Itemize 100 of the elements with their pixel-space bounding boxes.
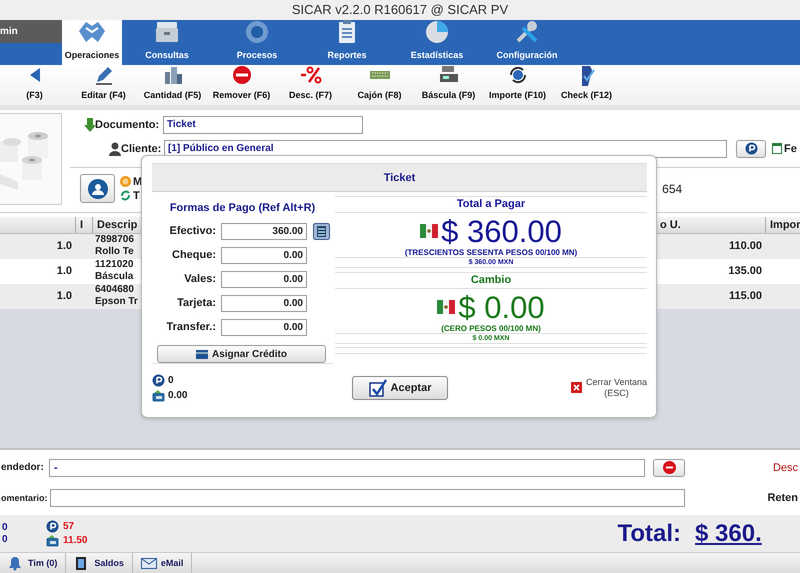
flag-icon <box>420 224 438 238</box>
points-icon <box>46 520 59 534</box>
toolbar-button[interactable]: Desc. (F7) <box>276 64 345 105</box>
remove-button[interactable] <box>653 458 685 477</box>
user-badge: min <box>0 20 62 43</box>
tab[interactable]: Estadísticas <box>392 20 482 65</box>
table-cell: Báscula <box>95 271 134 283</box>
bell-icon <box>8 556 24 571</box>
gear-icon <box>244 18 270 45</box>
table-cell-text: 115.00 <box>728 289 763 304</box>
client-field[interactable]: [1] Público en General <box>164 140 727 158</box>
accept-button[interactable]: Aceptar <box>352 376 448 400</box>
toolbar-button[interactable]: Cantidad (F5) <box>138 64 207 105</box>
toolbar-button[interactable]: Remover (F6) <box>207 64 276 105</box>
toolbar-button[interactable]: Editar (F4) <box>69 64 138 105</box>
toolbar-button[interactable]: Importe (F10) <box>483 64 552 105</box>
column-header: Impor <box>765 216 800 232</box>
column-header: Descrip <box>92 216 138 232</box>
total-link[interactable]: $ 360. <box>695 520 762 548</box>
amount-value: $ 0.00 <box>458 292 545 322</box>
coin-icon <box>120 176 131 188</box>
table-cell-text: 1.0 <box>56 239 73 254</box>
info-label: T <box>133 190 140 202</box>
toolbar-button[interactable]: Báscula (F9) <box>414 64 483 105</box>
field-label: Cliente: <box>121 142 159 155</box>
toolbar-button[interactable]: (F3) <box>0 64 69 105</box>
field-label: omentario: <box>1 492 49 503</box>
p-coin-icon <box>744 142 758 156</box>
table-cell: Rollo Te <box>95 246 134 258</box>
field-label: Transfer.: <box>165 321 216 333</box>
tools-icon <box>514 18 540 45</box>
amount-field[interactable]: 0.00 <box>221 318 307 336</box>
field-label: Cheque: <box>171 249 216 261</box>
toolbar-button[interactable]: Cajón (F8) <box>345 64 414 105</box>
amount-in-words: (CERO PESOS 00/100 MN) <box>441 324 541 333</box>
table-cell-text: 110.00 <box>728 239 763 254</box>
remove-icon <box>662 461 676 474</box>
amount-title: Total a Pagar <box>335 196 647 213</box>
wallet-value: 11.50 <box>63 535 88 546</box>
person-icon <box>109 142 121 156</box>
amount-field[interactable]: 0.00 <box>221 294 307 312</box>
calendar-icon <box>772 143 782 154</box>
amount-in-words: (TRESCIENTOS SESENTA PESOS 00/100 MN) <box>404 248 578 257</box>
amount-value: $ 360.00 <box>441 216 562 246</box>
amount-field[interactable]: 0.00 <box>221 246 307 264</box>
tab[interactable]: Configuración <box>482 20 572 65</box>
table-cell-text: 135.00 <box>727 264 763 279</box>
assign-credit-button[interactable]: Asignar Crédito <box>157 345 326 363</box>
field-label: Vales: <box>183 273 216 285</box>
status-button[interactable]: Saldos <box>66 553 133 573</box>
amount-field[interactable]: 360.00 <box>221 222 307 240</box>
tab[interactable]: Consultas <box>122 20 212 65</box>
table-cell: 6404680 <box>95 284 134 296</box>
points-icon <box>152 374 165 386</box>
table-cell-text: 1.0 <box>56 289 73 304</box>
folio-text: 654 <box>662 182 682 196</box>
column-header: I <box>75 216 84 232</box>
tab[interactable]: Procesos <box>212 20 302 65</box>
sync-icon <box>120 190 131 202</box>
customer-button[interactable] <box>80 174 115 204</box>
comment-field[interactable] <box>50 488 685 507</box>
vendor-field[interactable]: - <box>49 458 645 477</box>
dialog-title: Ticket <box>384 172 416 184</box>
balance-value: 0.00 <box>168 390 188 400</box>
remove-icon <box>230 64 252 86</box>
download-arrow-icon <box>84 118 96 132</box>
table-cell: 7898706 <box>95 234 134 246</box>
close-window-button[interactable]: Cerrar Ventana (ESC) <box>570 376 647 398</box>
percent-icon <box>300 64 322 86</box>
status-button[interactable]: eMail <box>132 553 192 573</box>
envelope-icon <box>140 556 157 571</box>
discount-label: Desc <box>772 462 798 474</box>
date-label: Fe <box>784 142 797 155</box>
retention-label: Reten <box>767 492 798 504</box>
summary-value: 0 <box>2 522 9 534</box>
field-label: endedor: <box>1 462 45 474</box>
table-cell: 1121020 <box>95 259 134 271</box>
section-title: Formas de Pago (Ref Alt+R) <box>168 202 316 214</box>
document-field[interactable]: Ticket <box>163 116 363 134</box>
summary-value: 0 <box>2 534 9 546</box>
calculator-icon[interactable] <box>313 222 330 240</box>
wallet-icon <box>152 388 165 402</box>
amount-field[interactable]: 0.00 <box>221 270 307 288</box>
total-label: Total: <box>617 520 682 548</box>
tab[interactable]: Operaciones <box>62 20 122 65</box>
tab[interactable]: Reportes <box>302 20 392 65</box>
points-value: 0 <box>168 374 174 386</box>
arrow-icon <box>30 68 40 82</box>
user-badge-icon <box>88 178 108 199</box>
table-cell: Epson Tr <box>95 296 138 308</box>
close-icon <box>570 382 582 393</box>
amount-title: Cambio <box>335 272 647 289</box>
status-button[interactable]: Tim (0) <box>0 553 66 573</box>
field-label: Efectivo: <box>168 225 216 237</box>
toolbar-button[interactable]: Check (F12) <box>552 64 621 105</box>
points-button[interactable] <box>736 140 766 158</box>
checkbox-tick-icon <box>368 378 387 396</box>
field-label: Documento: <box>95 118 158 131</box>
field-label: Tarjeta: <box>176 297 216 309</box>
wallet-icon <box>46 534 59 548</box>
